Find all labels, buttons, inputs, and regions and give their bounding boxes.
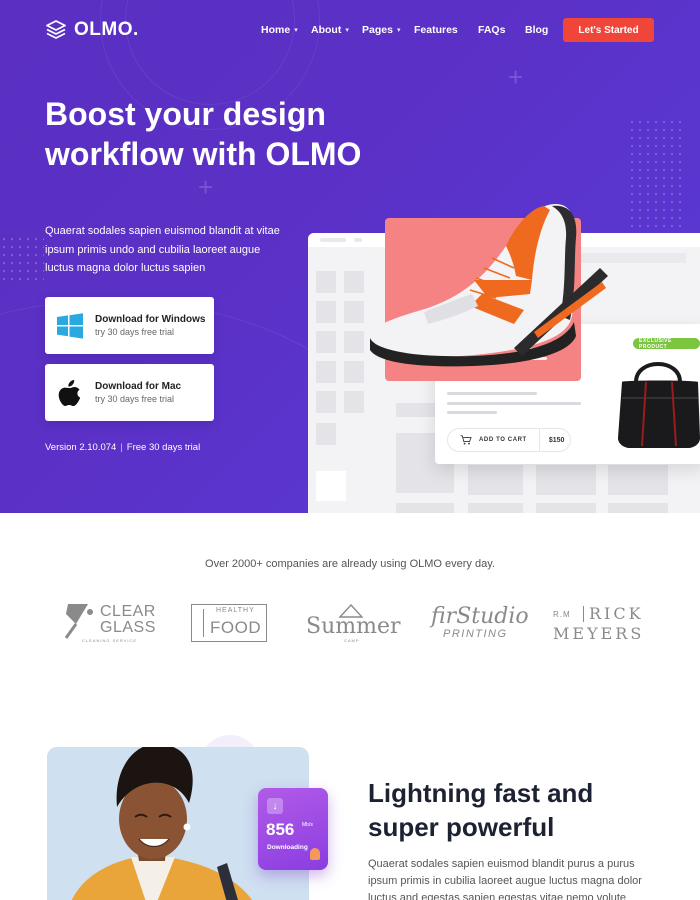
brand-initials: R.M xyxy=(553,610,571,619)
squeegee-icon xyxy=(64,604,93,639)
summer-camp-logo[interactable]: Summer CAMP xyxy=(306,600,401,644)
clear-glass-logo[interactable]: CLEAR GLASS CLEANING SERVICE xyxy=(62,600,156,644)
nav-item-features[interactable]: Features xyxy=(414,24,458,36)
brand-tagline: PRINTING xyxy=(443,628,508,640)
chevron-down-icon: ▾ xyxy=(345,27,349,34)
version-info: Version 2.10.074 | Free 30 days trial xyxy=(45,442,200,453)
version-text: Version 2.10.074 xyxy=(45,442,117,453)
nav-item-faqs[interactable]: FAQs xyxy=(478,24,505,36)
windows-icon xyxy=(45,312,95,339)
plus-decor-icon: + xyxy=(198,172,214,202)
download-speed-card: ↓ 856 Mb/s Downloading xyxy=(258,788,328,870)
brand-name: MEYERS xyxy=(553,624,645,643)
download-windows-title: Download for Windows xyxy=(95,314,206,325)
download-speed-unit: Mb/s xyxy=(302,822,313,828)
text-placeholder xyxy=(447,392,537,395)
text-placeholder xyxy=(447,411,497,414)
logo[interactable]: OLMO. xyxy=(45,19,139,41)
bag-image xyxy=(618,362,700,448)
cart-icon xyxy=(460,435,472,445)
trial-text: Free 30 days trial xyxy=(126,442,201,453)
nav-item-pages[interactable]: Pages ▾ xyxy=(362,24,400,36)
nav-label: Pages xyxy=(362,24,393,36)
add-to-cart-button[interactable]: ADD TO CART $150 xyxy=(447,428,571,452)
nav-label: FAQs xyxy=(478,24,506,36)
plus-decor-icon: + xyxy=(508,62,524,92)
nav-item-blog[interactable]: Blog xyxy=(525,24,548,36)
brand-name: GLASS xyxy=(100,619,156,636)
fork-icon xyxy=(196,609,204,637)
decor-dots xyxy=(628,118,684,228)
nav-item-about[interactable]: About ▾ xyxy=(311,24,349,36)
lets-started-button[interactable]: Let's Started xyxy=(563,18,654,42)
text-placeholder xyxy=(447,402,581,405)
download-arrow-icon: ↓ xyxy=(267,798,283,814)
download-speed-value: 856 xyxy=(266,820,295,839)
chevron-down-icon: ▾ xyxy=(294,27,298,34)
cup-icon xyxy=(310,848,320,860)
layers-logo-icon xyxy=(46,20,66,39)
healthy-food-logo[interactable]: HEALTHY FOOD xyxy=(191,604,267,642)
firstudio-logo[interactable]: firStudio PRINTING xyxy=(431,600,529,644)
download-mac-title: Download for Mac xyxy=(95,381,182,392)
separator: | xyxy=(120,442,123,453)
download-windows-subtitle: try 30 days free trial xyxy=(95,327,175,337)
download-mac-subtitle: try 30 days free trial xyxy=(95,394,175,404)
nav-label: Blog xyxy=(525,24,549,36)
download-mac-button[interactable]: Download for Mac try 30 days free trial xyxy=(45,364,214,421)
hero-description: Quaerat sodales sapien euismod blandit a… xyxy=(45,225,280,274)
download-windows-button[interactable]: Download for Windows try 30 days free tr… xyxy=(45,297,214,354)
brand-tagline: CLEANING SERVICE xyxy=(82,638,138,643)
brand-name: Summer xyxy=(306,614,401,639)
nav-label: Home xyxy=(261,24,291,36)
rick-meyers-logo[interactable]: R.M RICK MEYERS xyxy=(553,600,643,644)
decor-dots xyxy=(0,235,44,285)
chevron-down-icon: ▾ xyxy=(396,27,401,34)
brand-tagline: HEALTHY xyxy=(216,607,255,614)
nav-label: Features xyxy=(414,24,458,36)
brand-name: FOOD xyxy=(210,618,262,637)
add-to-cart-label: ADD TO CART xyxy=(479,437,527,443)
nav-item-home[interactable]: Home ▾ xyxy=(261,24,298,36)
feature-description: Quaerat sodales sapien euismod blandit p… xyxy=(368,858,642,900)
brand-tagline: CAMP xyxy=(344,638,360,643)
feature-title: Lightning fast and super powerful xyxy=(368,778,594,842)
brand-name: RICK xyxy=(589,604,644,623)
brand-name: firStudio xyxy=(431,604,529,629)
hero-section: + + OLMO. Home ▾ About ▾ Pages ▾ Features F… xyxy=(0,0,700,513)
hero-title: Boost your design workflow with OLMO xyxy=(45,96,362,172)
price: $150 xyxy=(538,428,564,452)
exclusive-product-badge: EXCLUSIVE PRODUCT xyxy=(633,338,700,350)
brand-name: CLEAR xyxy=(100,603,156,620)
nav-label: About xyxy=(311,24,342,36)
companies-caption: Over 2000+ companies are already using O… xyxy=(205,558,495,570)
logo-text: OLMO. xyxy=(74,19,139,40)
sneaker-image xyxy=(369,203,608,367)
apple-icon xyxy=(45,379,95,407)
download-status: Downloading xyxy=(267,844,308,851)
